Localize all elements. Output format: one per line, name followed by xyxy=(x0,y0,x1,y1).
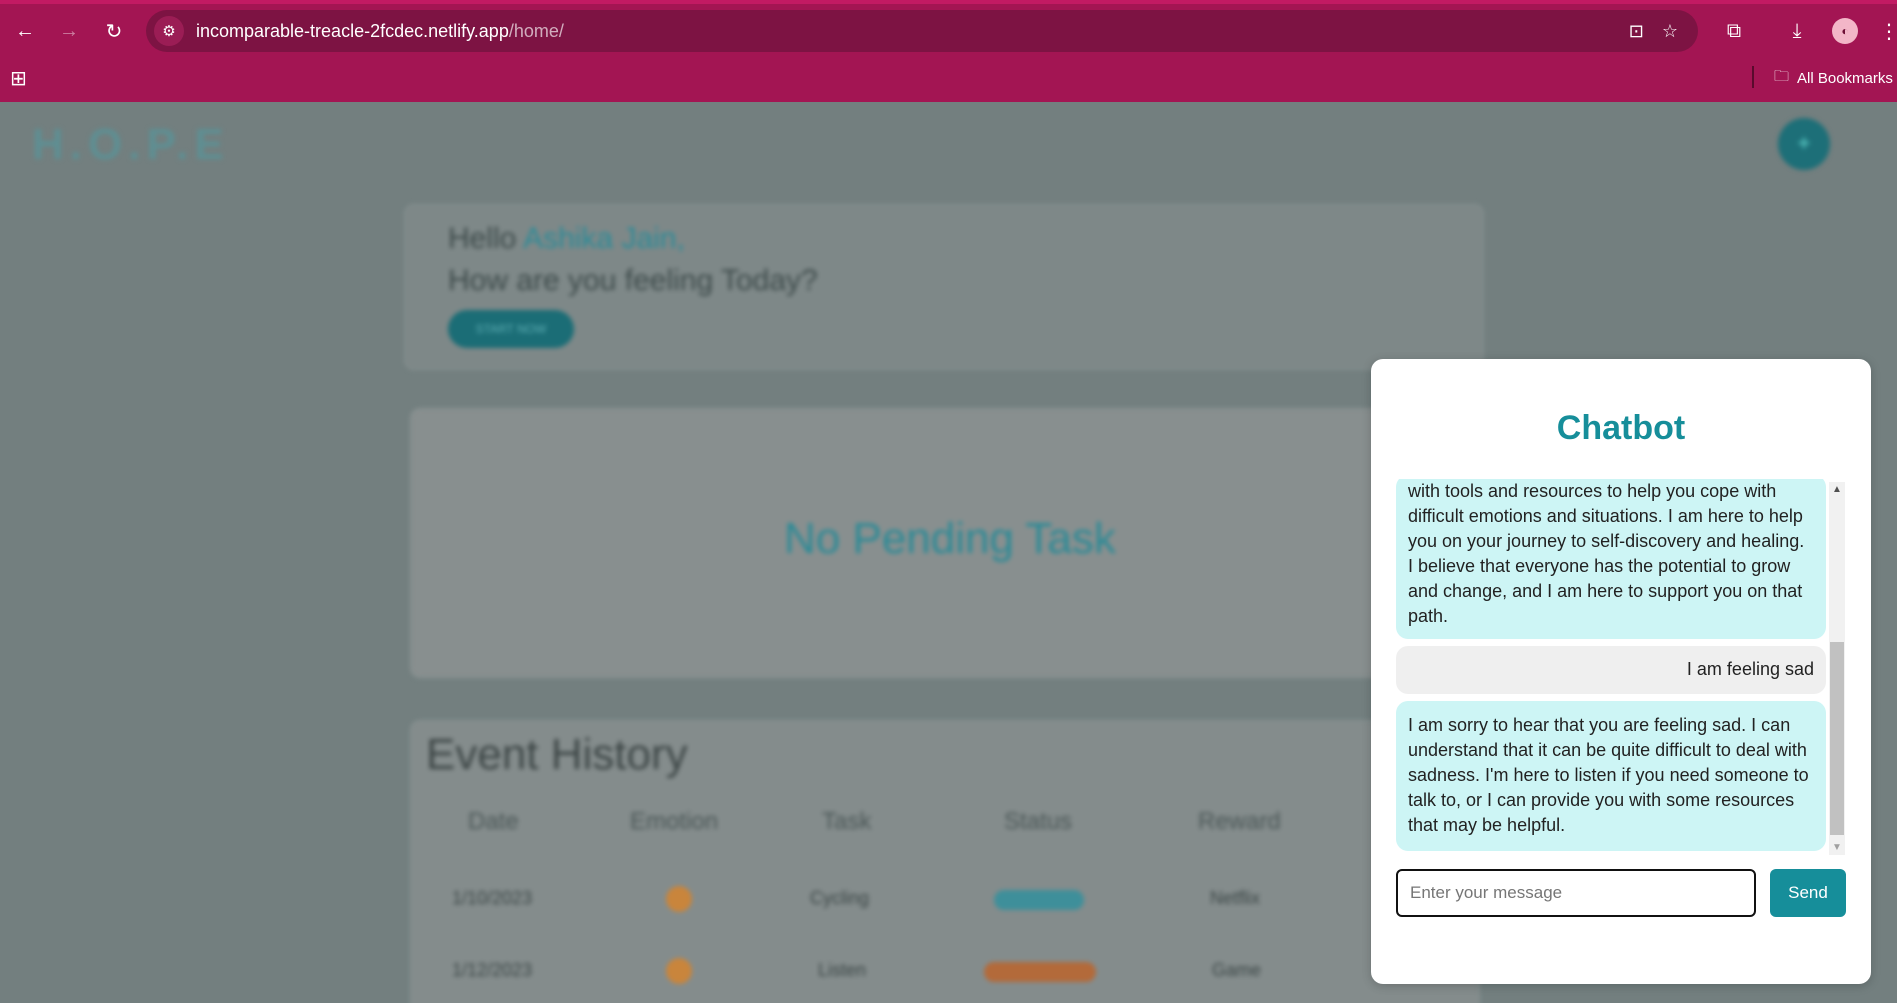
greeting-prefix: Hello xyxy=(448,222,517,255)
message-line: with tools and resources to help you cop… xyxy=(1408,481,1777,501)
scroll-down-icon[interactable]: ▼ xyxy=(1832,842,1842,853)
row-2-reward: Game xyxy=(1212,960,1262,980)
message-line: understand that it can be quite difficul… xyxy=(1408,740,1807,760)
send-button[interactable]: Send xyxy=(1770,869,1846,917)
message-line: sadness. I'm here to listen if you need … xyxy=(1408,765,1809,785)
back-icon[interactable]: ← xyxy=(8,14,42,48)
feeling-question: How are you feeling Today? xyxy=(448,264,818,297)
message-line: difficult emotions and situations. I am … xyxy=(1408,506,1803,526)
row-2-emotion-icon xyxy=(666,958,692,984)
greeting-text: Hello Ashika Jain, xyxy=(448,222,685,256)
extensions-icon[interactable]: ⧉ xyxy=(1717,14,1751,48)
chatbot-title: Chatbot xyxy=(1556,409,1686,447)
row-2-date: 1/12/2023 xyxy=(452,960,533,980)
user-message: I am feeling sad xyxy=(1396,646,1826,694)
all-bookmarks-button[interactable]: 🗀 All Bookmarks xyxy=(1774,66,1893,91)
message-input[interactable] xyxy=(1396,869,1756,917)
row-1-emotion-icon xyxy=(666,886,692,912)
address-bar[interactable]: ⚙ incomparable-treacle-2fcdec.netlify.ap… xyxy=(146,10,1698,52)
message-line: I am sorry to hear that you are feeling … xyxy=(1408,715,1791,735)
pending-task-text: No Pending Task xyxy=(784,514,1116,563)
column-header-status: Status xyxy=(1004,808,1073,835)
chat-messages[interactable]: with tools and resources to help you cop… xyxy=(1396,479,1844,915)
url-path: /home/ xyxy=(508,20,564,41)
column-header-emotion: Emotion xyxy=(630,808,719,835)
tab-strip-edge xyxy=(0,0,1897,4)
message-line: that may be helpful. xyxy=(1408,815,1566,835)
message-line: you on your journey to self-discovery an… xyxy=(1408,531,1805,551)
scrollbar-thumb[interactable] xyxy=(1830,642,1844,835)
bookmark-star-icon[interactable]: ☆ xyxy=(1662,21,1678,42)
column-header-task: Task xyxy=(822,808,872,835)
row-2-task: Listen xyxy=(818,960,867,980)
row-1-task: Cycling xyxy=(810,888,870,908)
message-line: and change, and I am here to support you… xyxy=(1408,581,1803,601)
site-info-icon[interactable]: ⚙ xyxy=(154,16,184,46)
column-header-reward: Reward xyxy=(1198,808,1281,835)
bot-message: I am sorry to hear that you are feeling … xyxy=(1396,701,1826,851)
profile-avatar[interactable]: ◐ xyxy=(1832,18,1858,44)
reload-icon[interactable]: ↻ xyxy=(97,14,131,48)
logo: H.O.P.E xyxy=(32,120,230,169)
row-1-date: 1/10/2023 xyxy=(452,888,533,908)
install-app-icon[interactable]: ⊡ xyxy=(1629,21,1644,42)
event-history-title: Event History xyxy=(426,730,688,779)
row-1-reward: Netflix xyxy=(1210,888,1261,908)
message-line: path. xyxy=(1408,606,1449,626)
user-name: Ashika Jain, xyxy=(523,222,685,255)
message-line: I am feeling sad xyxy=(1686,659,1814,679)
menu-icon[interactable]: ⋮ xyxy=(1872,14,1897,48)
url-host: incomparable-treacle-2fcdec.netlify.app xyxy=(196,20,509,41)
row-2-status-badge xyxy=(984,962,1096,982)
forward-icon[interactable]: → xyxy=(52,14,86,48)
bookmarks-bar xyxy=(0,60,1897,102)
message-line: talk to, or I can provide you with some … xyxy=(1408,790,1795,810)
url-text[interactable]: incomparable-treacle-2fcdec.netlify.app/… xyxy=(196,21,564,42)
all-bookmarks-label: All Bookmarks xyxy=(1797,70,1893,87)
column-header-date: Date xyxy=(468,808,519,835)
message-line: I believe that everyone has the potentia… xyxy=(1408,556,1791,576)
download-icon[interactable]: ⤓ xyxy=(1780,14,1814,48)
scroll-up-icon[interactable]: ▲ xyxy=(1832,484,1842,495)
chat-fab-button[interactable]: ✦ xyxy=(1778,118,1830,170)
row-1-status-badge xyxy=(994,890,1084,910)
start-now-button[interactable]: START NOW xyxy=(448,310,574,348)
folder-icon: 🗀 xyxy=(1774,68,1790,85)
apps-grid-icon[interactable]: ⊞ xyxy=(10,66,27,91)
bookmarks-divider xyxy=(1752,66,1754,88)
bot-message: with tools and resources to help you cop… xyxy=(1396,479,1826,639)
chat-scrollbar[interactable]: ▲ ▼ xyxy=(1829,482,1845,855)
